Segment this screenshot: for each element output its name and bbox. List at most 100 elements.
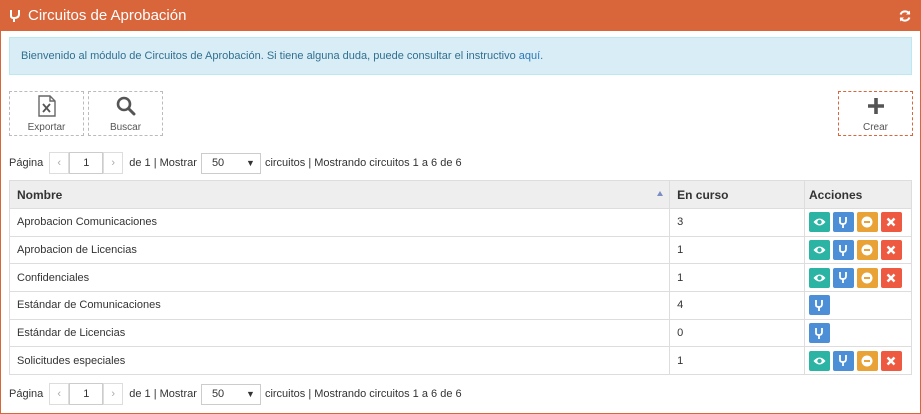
table-header-row: Nombre En curso Acciones [8,180,913,209]
sort-asc-icon[interactable] [657,191,664,196]
row-actions [808,240,907,261]
flow-fork-icon [838,216,848,229]
minus-circle-icon [861,216,873,228]
page-label: Página [9,388,44,400]
in-progress-count-cell: 3 [669,208,805,237]
prev-page-button[interactable]: ‹ [49,152,70,174]
table-body: Aprobacion Comunicaciones 3 Aprobacion de … [8,208,913,376]
export-label: Exportar [27,122,66,133]
pager-summary: circuitos | Mostrando circuitos 1 a 6 de… [264,157,462,169]
delete-button[interactable] [880,212,902,233]
eye-icon [813,356,826,366]
in-progress-count-cell: 0 [669,318,805,348]
search-button[interactable]: Buscar [88,91,163,136]
page-number-input[interactable] [69,152,104,174]
minus-circle-icon [861,272,873,284]
view-button[interactable] [808,240,830,261]
circuit-name-cell[interactable]: Aprobacion de Licencias [8,235,671,265]
flow-fork-icon [814,327,824,340]
table-row: Confidenciales 1 [8,263,913,293]
table-row: Estándar de Licencias 0 [8,318,913,348]
disable-button[interactable] [856,240,878,261]
next-page-button[interactable]: › [103,152,124,174]
welcome-alert: Bienvenido al módulo de Circuitos de Apr… [9,37,912,75]
flow-button[interactable] [832,240,854,261]
eye-icon [813,245,826,255]
circuits-panel: Circuitos de Aprobación Bienvenido al mó… [0,0,921,414]
circuit-name-cell[interactable]: Estándar de Comunicaciones [8,291,671,320]
circuit-name-cell[interactable]: Confidenciales [8,263,671,293]
row-actions [808,267,907,288]
of-pages-label: de 1 | Mostrar [129,157,197,169]
column-header-actions: Acciones [803,180,913,209]
column-header-name[interactable]: Nombre [8,180,671,209]
table-row: Estándar de Comunicaciones 4 [8,291,913,320]
page-number-input[interactable] [69,383,104,405]
instructivo-link[interactable]: aquí [519,50,540,62]
circuit-name-cell[interactable]: Aprobacion Comunicaciones [8,208,671,237]
in-progress-count-cell: 1 [669,346,805,376]
disable-button[interactable] [856,350,878,371]
eye-icon [813,217,826,227]
pager-summary: circuitos | Mostrando circuitos 1 a 6 de… [264,388,462,400]
view-button[interactable] [808,267,830,288]
actions-cell [803,208,913,237]
page-size-value: 50 [211,157,225,169]
actions-cell [803,346,913,376]
chevron-down-icon: ▼ [246,158,255,168]
delete-button[interactable] [880,240,902,261]
create-label: Crear [862,122,888,133]
flow-button[interactable] [832,350,854,371]
actions-cell [803,263,913,293]
close-icon [886,273,896,283]
next-page-button[interactable]: › [103,383,124,405]
table-row: Aprobacion Comunicaciones 3 [8,208,913,237]
flow-button[interactable] [832,267,854,288]
row-actions [808,323,907,344]
row-actions [808,295,907,316]
flow-fork-icon [838,244,848,257]
actions-cell [803,318,913,348]
view-button[interactable] [808,350,830,371]
search-icon [116,94,136,118]
export-button[interactable]: Exportar [9,91,84,136]
column-header-count[interactable]: En curso [669,180,805,209]
eye-icon [813,273,826,283]
actions-cell [803,291,913,320]
disable-button[interactable] [856,267,878,288]
create-button[interactable]: Crear [838,91,913,136]
alert-suffix: . [540,50,544,62]
circuit-name-cell[interactable]: Solicitudes especiales [8,346,671,376]
refresh-icon[interactable] [898,9,912,23]
pager-top: Página ‹ › de 1 | Mostrar 50 ▼ circuitos… [9,152,462,174]
minus-circle-icon [861,355,873,367]
flow-button[interactable] [832,212,854,233]
flow-button[interactable] [808,323,830,344]
table-row: Solicitudes especiales 1 [8,346,913,376]
actions-cell [803,235,913,265]
close-icon [886,217,896,227]
flow-button[interactable] [808,295,830,316]
page-size-value: 50 [211,388,225,400]
page-size-select[interactable]: 50 ▼ [200,383,261,405]
flow-fork-icon [9,9,21,23]
chevron-down-icon: ▼ [246,389,255,399]
view-button[interactable] [808,212,830,233]
page-label: Página [9,157,44,169]
page-title: Circuitos de Aprobación [28,7,187,24]
close-icon [886,245,896,255]
prev-page-button[interactable]: ‹ [49,383,70,405]
circuits-table: Nombre En curso Acciones Aprobacion Comu… [8,180,913,376]
circuit-name-cell[interactable]: Estándar de Licencias [8,318,671,348]
search-label: Buscar [109,122,142,133]
in-progress-count-cell: 1 [669,263,805,293]
row-actions [808,212,907,233]
minus-circle-icon [861,244,873,256]
disable-button[interactable] [856,212,878,233]
pager-bottom: Página ‹ › de 1 | Mostrar 50 ▼ circuitos… [9,383,462,405]
flow-fork-icon [838,354,848,367]
flow-fork-icon [814,299,824,312]
delete-button[interactable] [880,267,902,288]
page-size-select[interactable]: 50 ▼ [200,152,261,174]
delete-button[interactable] [880,350,902,371]
